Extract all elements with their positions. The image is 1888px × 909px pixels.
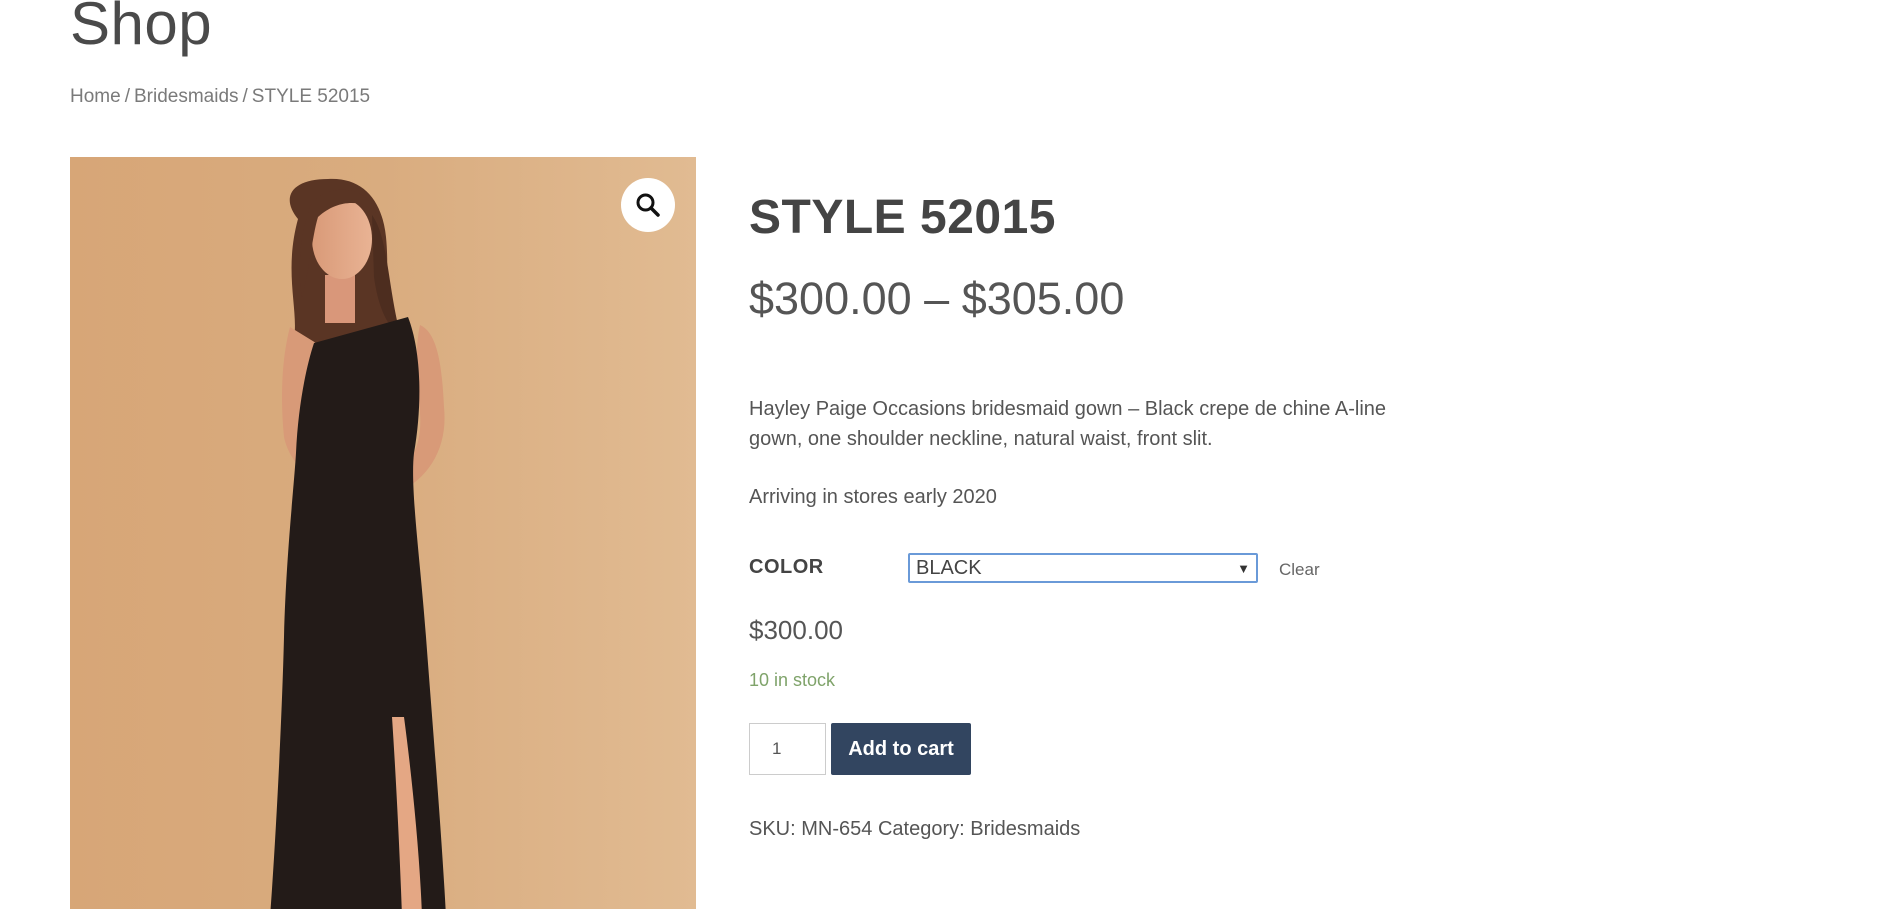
sku-label: SKU: xyxy=(749,818,796,840)
zoom-button[interactable] xyxy=(621,178,675,232)
breadcrumb-separator: / xyxy=(124,86,130,107)
magnifier-icon xyxy=(636,193,660,217)
product-title: STYLE 52015 xyxy=(749,191,1056,244)
product-page: Shop Home / Bridesmaids / STYLE 52015 ST… xyxy=(0,0,1888,909)
quantity-value: 1 xyxy=(772,739,782,758)
dropdown-arrow-icon: ▼ xyxy=(1237,560,1250,576)
price-range: $300.00 – $305.00 xyxy=(749,273,1125,324)
category-link[interactable]: Bridesmaids xyxy=(970,818,1080,840)
breadcrumb-home[interactable]: Home xyxy=(70,86,121,107)
breadcrumb: Home / Bridesmaids / STYLE 52015 xyxy=(70,86,370,108)
quantity-input[interactable]: 1 xyxy=(749,723,826,775)
color-select-value: BLACK xyxy=(916,556,982,579)
stock-status: 10 in stock xyxy=(749,670,836,690)
product-image[interactable] xyxy=(70,157,696,909)
clear-selection-link[interactable]: Clear xyxy=(1279,560,1320,580)
sku-value: MN-654 xyxy=(801,818,873,840)
breadcrumb-current: STYLE 52015 xyxy=(251,86,371,107)
product-description: Hayley Paige Occasions bridesmaid gown –… xyxy=(749,398,1387,450)
product-meta: SKU: MN-654 Category: Bridesmaids xyxy=(749,818,1080,841)
category-label: Category: xyxy=(877,818,965,840)
color-select[interactable]: BLACK ▼ xyxy=(908,553,1258,583)
breadcrumb-separator: / xyxy=(242,86,248,107)
model-in-black-gown-image xyxy=(270,178,446,909)
arrival-note: Arriving in stores early 2020 xyxy=(749,486,997,508)
add-to-cart-button[interactable]: Add to cart xyxy=(831,723,971,775)
breadcrumb-bridesmaids[interactable]: Bridesmaids xyxy=(134,86,239,107)
variation-price: $300.00 xyxy=(749,615,843,645)
page-title: Shop xyxy=(70,0,213,57)
color-label: COLOR xyxy=(749,556,824,578)
